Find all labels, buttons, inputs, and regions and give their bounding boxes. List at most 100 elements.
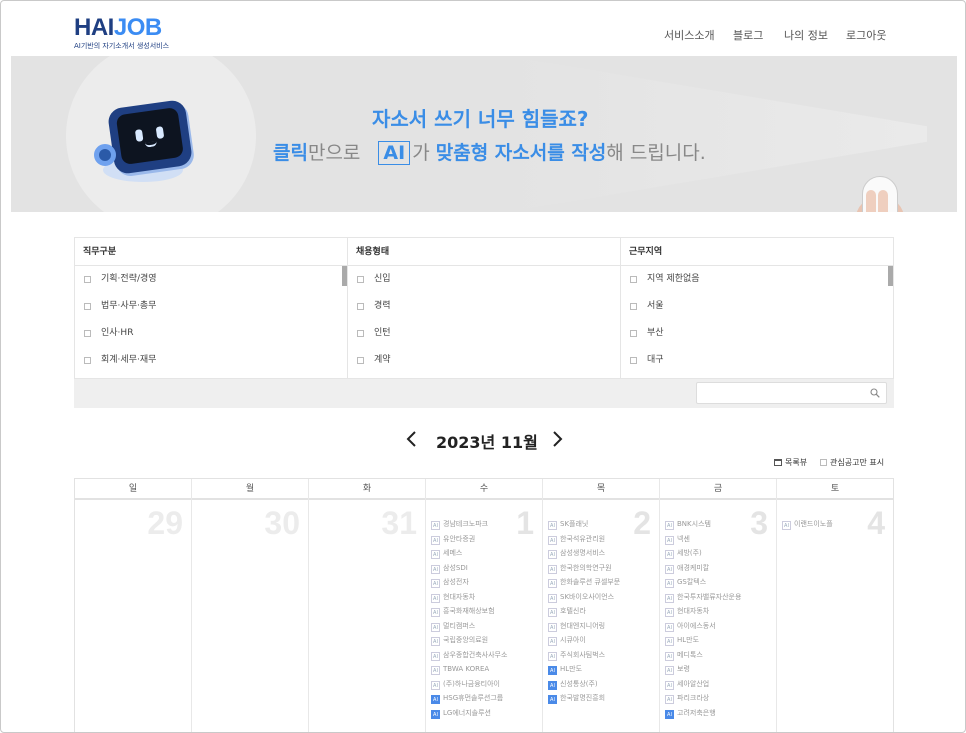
calendar-event[interactable]: AI 유안타증권 — [431, 532, 541, 547]
filter-option[interactable]: 부산 — [621, 320, 893, 347]
calendar-event[interactable]: AI 한국석유관리원 — [548, 532, 658, 547]
calendar-event[interactable]: AI 신성통상(주) — [548, 677, 658, 692]
checkbox[interactable] — [630, 303, 637, 310]
calendar-event[interactable]: AI GS칼텍스 — [665, 575, 775, 590]
filter-option[interactable]: 인턴 — [348, 320, 620, 347]
next-month-button[interactable] — [548, 429, 566, 449]
filter-option[interactable]: 대구 — [621, 347, 893, 374]
filter-option[interactable]: 경력 — [348, 293, 620, 320]
calendar-event[interactable]: AI 주식회사팀벅스 — [548, 648, 658, 663]
prev-month-button[interactable] — [403, 429, 421, 449]
calendar-event[interactable]: AI LG에너지솔루션 — [431, 706, 541, 721]
filter-option[interactable]: 법무·사무·총무 — [75, 293, 347, 320]
calendar-event[interactable]: AI 삼성생명서비스 — [548, 546, 658, 561]
calendar-event[interactable]: AI 세메스 — [431, 546, 541, 561]
calendar-event[interactable]: AI 넥센 — [665, 532, 775, 547]
calendar-event[interactable]: AI 현대자동차 — [665, 604, 775, 619]
checkbox[interactable] — [630, 330, 637, 337]
checkbox[interactable] — [357, 303, 364, 310]
filter-option[interactable]: 지역 제한없음 — [621, 266, 893, 293]
calendar-event[interactable]: AI 시큐아이 — [548, 633, 658, 648]
calendar-event[interactable]: AI SK플래닛 — [548, 517, 658, 532]
search-input[interactable] — [696, 382, 887, 404]
company-name: 이랜드이노플 — [794, 520, 833, 528]
search-icon[interactable] — [870, 388, 880, 398]
ai-tag: AI — [548, 695, 557, 704]
calendar-event[interactable]: AI 한국한의학연구원 — [548, 561, 658, 576]
company-name: 세메스 — [443, 549, 463, 557]
ai-tag: AI — [431, 695, 440, 704]
calendar-event[interactable]: AI SK바이오사이언스 — [548, 590, 658, 605]
list-view-toggle[interactable]: 목록뷰 — [774, 457, 807, 468]
company-name: 국립중앙의료원 — [443, 636, 489, 644]
checkbox[interactable] — [84, 357, 91, 364]
calendar-event[interactable]: AI TBWA KOREA — [431, 662, 541, 677]
checkbox[interactable] — [630, 276, 637, 283]
company-name: HL만도 — [560, 665, 583, 673]
calendar-event[interactable]: AI HL만도 — [548, 662, 658, 677]
company-name: 경남테크노파크 — [443, 520, 489, 528]
filter-option[interactable]: 기획·전략/경영 — [75, 266, 347, 293]
checkbox[interactable] — [357, 357, 364, 364]
calendar-event[interactable]: AI HL만도 — [665, 633, 775, 648]
scrollbar-thumb[interactable] — [888, 266, 893, 286]
filter-option[interactable]: 회계·세무·재무 — [75, 347, 347, 374]
company-name: HL만도 — [677, 636, 700, 644]
day-column-fri: 금 3 AI BNK시스템 AI 넥센 AI 세방(주) AI 애경케미칼 AI GS칼텍스 AI 한… — [660, 479, 777, 732]
filter-job-title: 직무구분 — [75, 238, 347, 266]
calendar-event[interactable]: AI 흥국화재해상보험 — [431, 604, 541, 619]
calendar-event[interactable]: AI 삼성전자 — [431, 575, 541, 590]
calendar-event[interactable]: AI HSG휴먼솔루션그룹 — [431, 691, 541, 706]
calendar-event[interactable]: AI 삼성SDI — [431, 561, 541, 576]
calendar-event[interactable]: AI 보령 — [665, 662, 775, 677]
calendar-event[interactable]: AI 한국투자밸류자산운용 — [665, 590, 775, 605]
filter-option[interactable]: 서울 — [621, 293, 893, 320]
company-name: TBWA KOREA — [443, 665, 490, 673]
banner-subtitle: 클릭만으로 AI 가 맞춤형 자소서를 작성해 드립니다. — [273, 141, 706, 165]
checkbox[interactable] — [357, 276, 364, 283]
calendar-event[interactable]: AI (주)하나금융티아이 — [431, 677, 541, 692]
checkbox[interactable] — [630, 357, 637, 364]
ai-tag: AI — [548, 666, 557, 675]
nav-blog[interactable]: 블로그 — [733, 27, 763, 43]
calendar-event[interactable]: AI 이랜드이노플 — [782, 517, 892, 532]
calendar-event[interactable]: AI 현대엔지니어링 — [548, 619, 658, 634]
calendar-event[interactable]: AI 삼우종합건축사사무소 — [431, 648, 541, 663]
filter-option[interactable]: 인사·HR — [75, 320, 347, 347]
checkbox[interactable] — [84, 276, 91, 283]
calendar-event[interactable]: AI 세방(주) — [665, 546, 775, 561]
calendar-event[interactable]: AI 세아알산업 — [665, 677, 775, 692]
calendar-event[interactable]: AI 멀티캠퍼스 — [431, 619, 541, 634]
calendar-event[interactable]: AI 아이에스동서 — [665, 619, 775, 634]
calendar-event[interactable]: AI 한국발명진흥회 — [548, 691, 658, 706]
calendar-event[interactable]: AI 메디톡스 — [665, 648, 775, 663]
scrollbar-thumb[interactable] — [342, 266, 347, 286]
filter-option[interactable]: 신입 — [348, 266, 620, 293]
checkbox[interactable] — [84, 330, 91, 337]
calendar-event[interactable]: AI 고려저축은행 — [665, 706, 775, 721]
calendar-event[interactable]: AI 호텔신라 — [548, 604, 658, 619]
event-list: AI 이랜드이노플 — [782, 517, 892, 532]
calendar-event[interactable]: AI 현대자동차 — [431, 590, 541, 605]
interest-only-toggle[interactable]: 관심공고만 표시 — [820, 457, 884, 468]
logo[interactable]: HAIJOB AI기반의 자기소개서 생성서비스 — [74, 16, 169, 51]
nav-logout[interactable]: 로그아웃 — [846, 27, 886, 43]
calendar-event[interactable]: AI 한화솔루션 큐셀부문 — [548, 575, 658, 590]
ai-tag: AI — [665, 550, 674, 559]
checkbox[interactable] — [357, 330, 364, 337]
calendar-event[interactable]: AI 파리크라상 — [665, 691, 775, 706]
weekday-header: 수 — [426, 479, 542, 500]
calendar-event[interactable]: AI 경남테크노파크 — [431, 517, 541, 532]
checkbox[interactable] — [820, 459, 827, 466]
company-name: 삼성전자 — [443, 578, 469, 586]
calendar-event[interactable]: AI 애경케미칼 — [665, 561, 775, 576]
checkbox[interactable] — [84, 303, 91, 310]
ai-tag: AI — [431, 666, 440, 675]
nav-my-info[interactable]: 나의 정보 — [784, 27, 828, 43]
logo-subtitle: AI기반의 자기소개서 생성서비스 — [74, 42, 170, 50]
filter-option[interactable]: 계약 — [348, 347, 620, 374]
calendar-event[interactable]: AI 국립중앙의료원 — [431, 633, 541, 648]
company-name: 아이에스동서 — [677, 621, 716, 630]
calendar-event[interactable]: AI BNK시스템 — [665, 517, 775, 532]
nav-service-intro[interactable]: 서비스소개 — [664, 27, 715, 43]
